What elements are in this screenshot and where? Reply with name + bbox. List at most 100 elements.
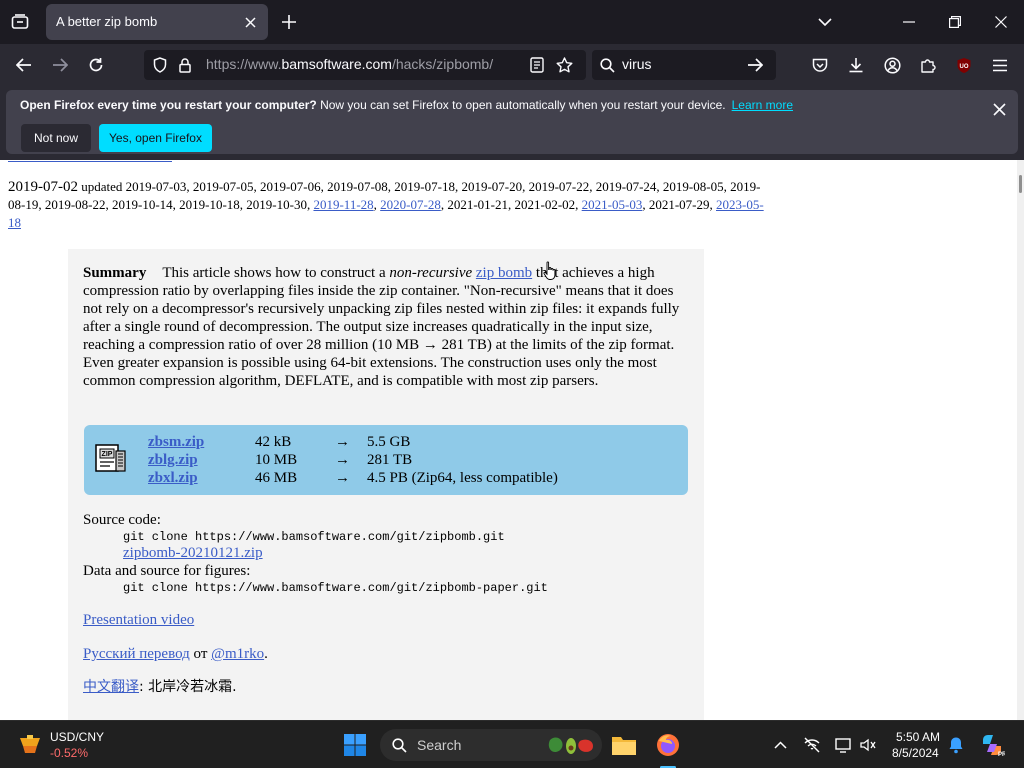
file-output: 4.5 PB (Zip64, less compatible) (367, 470, 558, 486)
article-dates: 2019-07-02 updated 2019-07-03, 2019-07-0… (8, 179, 764, 230)
search-icon (598, 56, 616, 74)
search-highlight-icon (546, 733, 596, 757)
url-text[interactable]: https://www.bamsoftware.com/hacks/zipbom… (206, 56, 493, 72)
russian-by: от (189, 646, 212, 662)
arrow: → (335, 470, 350, 486)
file-row: zbxl.zip 46 MB → 4.5 PB (Zip64, less com… (84, 469, 684, 487)
file-row: zblg.zip 10 MB → 281 TB (84, 451, 684, 469)
arrow: → (335, 452, 350, 468)
search-input[interactable]: virus (622, 56, 652, 72)
tab-overview-icon[interactable] (8, 11, 32, 33)
file-output: 5.5 GB (367, 434, 411, 450)
russian-author-link[interactable]: @m1rko (211, 646, 264, 662)
new-tab-icon[interactable] (280, 13, 298, 31)
summary-text-a: This article shows how to construct a (162, 265, 390, 281)
notification-bell-icon[interactable] (946, 735, 966, 755)
forward-icon[interactable] (50, 55, 70, 75)
file-link[interactable]: zblg.zip (148, 451, 198, 469)
copilot-icon[interactable]: PRE (978, 731, 1006, 759)
svg-text:UO: UO (960, 64, 969, 70)
account-icon[interactable] (882, 55, 902, 75)
network-offline-icon[interactable] (802, 735, 822, 755)
file-output: 281 TB (367, 452, 413, 468)
cutoff-link-underline[interactable] (8, 160, 172, 162)
reader-view-icon[interactable] (528, 56, 546, 74)
bookmark-star-icon[interactable] (555, 56, 573, 74)
file-explorer-icon[interactable] (610, 731, 638, 759)
restore-icon[interactable] (946, 13, 964, 31)
tab-active[interactable]: A better zip bomb (46, 4, 268, 40)
chinese-translation-link[interactable]: 中文翻译 (83, 679, 139, 695)
data-source-label: Data and source for figures: (83, 563, 251, 579)
file-row: zbsm.zip 42 kB → 5.5 GB (84, 433, 684, 451)
pocket-icon[interactable] (810, 55, 830, 75)
source-code-label: Source code: (83, 512, 161, 528)
notification-body: Now you can set Firefox to open automati… (316, 98, 726, 112)
menu-hamburger-icon[interactable] (990, 55, 1010, 75)
list-tabs-chevron-icon[interactable] (816, 13, 834, 31)
ublock-origin-icon[interactable]: UO (954, 55, 974, 75)
file-link[interactable]: zbsm.zip (148, 433, 204, 451)
clock-time[interactable]: 5:50 AM (896, 730, 940, 744)
page-scrollbar[interactable] (1017, 160, 1024, 720)
file-link[interactable]: zbxl.zip (148, 469, 198, 487)
not-now-button[interactable]: Not now (21, 124, 91, 152)
downloads-icon[interactable] (846, 55, 866, 75)
clock-date[interactable]: 8/5/2024 (892, 746, 939, 760)
currency-widget-value[interactable]: -0.52% (50, 746, 88, 760)
date-link[interactable]: 2021-05-03 (582, 197, 643, 212)
back-icon[interactable] (14, 55, 34, 75)
tab-bar: A better zip bomb (0, 0, 1024, 44)
summary-text-b: that achieves a high compression ratio b… (83, 265, 680, 389)
update-dates-2: , 2021-01-21, 2021-02-02, (440, 197, 582, 212)
page-content: 2019-07-02 updated 2019-07-03, 2019-07-0… (0, 160, 1017, 720)
url-prefix: https://www. (206, 56, 282, 72)
notification-title: Open Firefox every time you restart your… (20, 98, 317, 112)
summary-emphasis: non-recursive (389, 265, 473, 281)
window-close-icon[interactable] (992, 13, 1010, 31)
taskbar: USD/CNY -0.52% Search 5:50 AM 8/5/2024 P… (0, 720, 1024, 768)
url-host: bamsoftware.com (281, 56, 392, 72)
file-size: 46 MB (255, 470, 298, 486)
search-go-arrow-icon[interactable] (746, 56, 764, 74)
tab-title: A better zip bomb (56, 14, 158, 29)
minimize-icon[interactable] (900, 13, 918, 31)
article-date: 2019-07-02 (8, 179, 78, 195)
display-icon[interactable] (834, 735, 854, 755)
arrow: → (335, 434, 350, 450)
russian-translation-line: Русский перевод от @m1rko. (83, 645, 268, 663)
volume-muted-icon[interactable] (858, 735, 878, 755)
search-bar[interactable]: virus (592, 50, 776, 80)
url-path: /hacks/zipbomb/ (391, 56, 494, 72)
shield-icon[interactable] (151, 56, 169, 74)
source-zip-link[interactable]: zipbomb-20210121.zip (123, 544, 263, 562)
tab-close-icon[interactable] (242, 14, 258, 30)
firefox-taskbar-icon[interactable] (654, 731, 682, 759)
scrollbar-thumb[interactable] (1019, 175, 1022, 193)
russian-translation-link[interactable]: Русский перевод (83, 646, 190, 662)
url-bar[interactable]: https://www.bamsoftware.com/hacks/zipbom… (144, 50, 586, 80)
reload-icon[interactable] (86, 55, 106, 75)
tray-chevron-up-icon[interactable] (772, 737, 788, 753)
notification-close-icon[interactable] (988, 98, 1010, 120)
date-link[interactable]: 2020-07-28 (380, 197, 441, 212)
summary-box: Summary This article shows how to constru… (68, 249, 704, 720)
windows-start-icon[interactable] (342, 732, 368, 758)
file-size: 42 kB (255, 434, 292, 450)
svg-text:PRE: PRE (998, 752, 1005, 758)
notification-message: Open Firefox every time you restart your… (20, 98, 793, 112)
learn-more-link[interactable]: Learn more (732, 98, 793, 112)
lock-icon[interactable] (177, 56, 193, 74)
data-clone-command: git clone https://www.bamsoftware.com/gi… (123, 581, 548, 595)
zip-bomb-link[interactable]: zip bomb (476, 265, 532, 281)
currency-widget-icon[interactable] (16, 731, 44, 759)
notification-panel: Open Firefox every time you restart your… (6, 90, 1018, 154)
yes-open-firefox-button[interactable]: Yes, open Firefox (99, 124, 212, 152)
presentation-video-link[interactable]: Presentation video (83, 611, 194, 629)
updated-label: updated (81, 179, 123, 194)
taskbar-search-box[interactable]: Search (380, 729, 602, 761)
date-link[interactable]: 2019-11-28 (313, 197, 373, 212)
taskbar-search-icon (391, 737, 407, 753)
extensions-icon[interactable] (918, 55, 938, 75)
currency-widget-title[interactable]: USD/CNY (50, 730, 104, 744)
